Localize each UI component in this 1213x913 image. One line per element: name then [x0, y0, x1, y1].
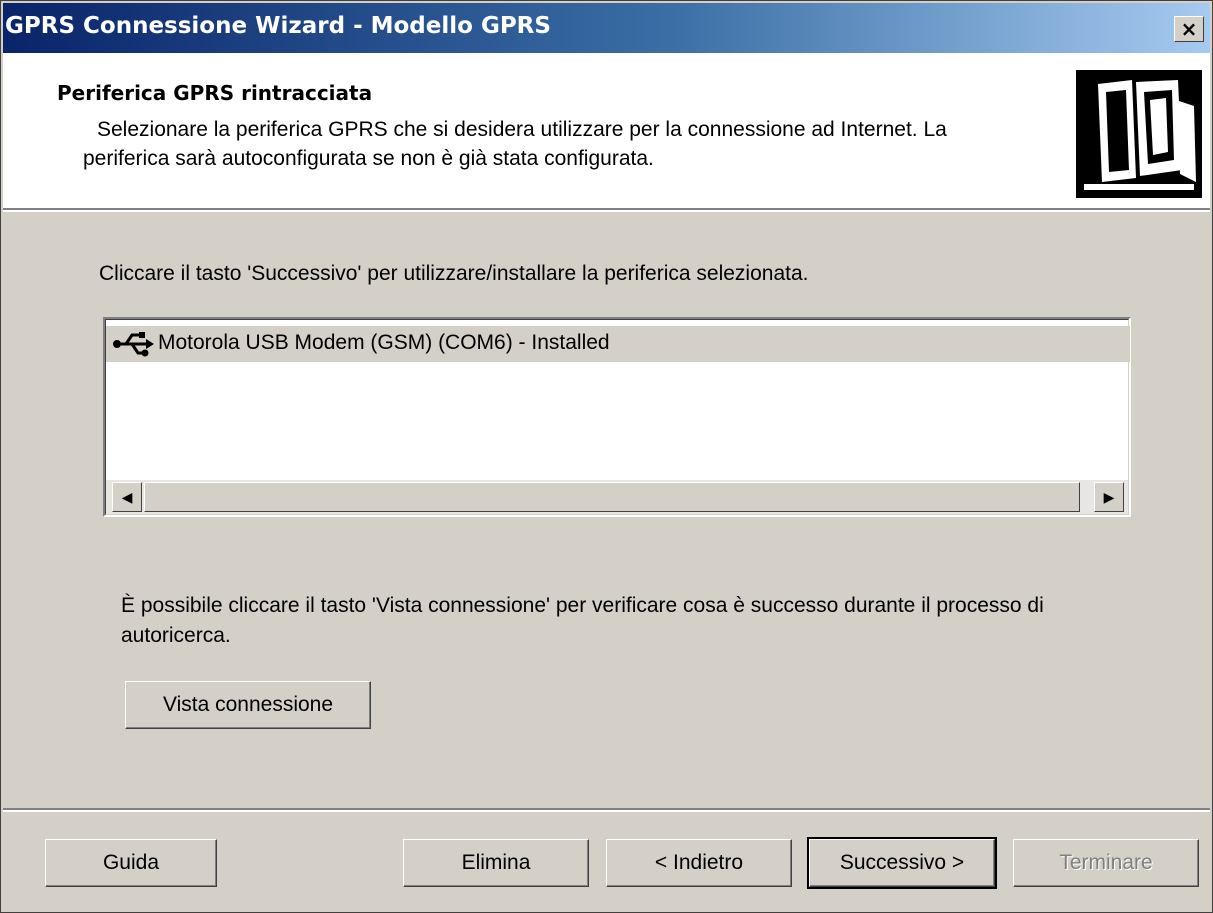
- device-listbox[interactable]: Motorola USB Modem (GSM) (COM6) - Instal…: [103, 317, 1131, 517]
- finish-button: Terminare: [1013, 839, 1199, 887]
- scrollbar-thumb[interactable]: [144, 482, 1080, 512]
- instruction-text: Cliccare il tasto 'Successivo' per utili…: [99, 262, 809, 285]
- footer-separator: [3, 808, 1210, 812]
- view-connection-button[interactable]: Vista connessione: [125, 681, 371, 729]
- header-title: Periferica GPRS rintracciata: [57, 81, 373, 105]
- help-button[interactable]: Guida: [45, 839, 217, 887]
- header-subtitle: Selezionare la periferica GPRS che si de…: [83, 118, 947, 170]
- computer-icon: [1076, 70, 1202, 198]
- device-list-item[interactable]: Motorola USB Modem (GSM) (COM6) - Instal…: [106, 326, 1130, 362]
- scroll-left-button[interactable]: ◀: [112, 482, 142, 512]
- usb-icon: [113, 332, 154, 357]
- wizard-window: GPRS Connessione Wizard - Modello GPRS ×…: [0, 0, 1213, 913]
- title-bar[interactable]: GPRS Connessione Wizard - Modello GPRS ×: [3, 3, 1210, 53]
- note-text: È possibile cliccare il tasto 'Vista con…: [121, 594, 1044, 647]
- horizontal-scrollbar[interactable]: ◀ ▶: [106, 480, 1128, 514]
- close-button[interactable]: ×: [1174, 16, 1204, 42]
- header-separator: [3, 208, 1210, 212]
- delete-button[interactable]: Elimina: [403, 839, 589, 887]
- scroll-right-button[interactable]: ▶: [1094, 482, 1124, 512]
- window-title: GPRS Connessione Wizard - Modello GPRS: [5, 13, 551, 39]
- wizard-header: Periferica GPRS rintracciata Selezionare…: [3, 53, 1210, 209]
- device-label: Motorola USB Modem (GSM) (COM6) - Instal…: [158, 331, 610, 354]
- next-button[interactable]: Successivo >: [807, 837, 997, 889]
- back-button[interactable]: < Indietro: [606, 839, 792, 887]
- listbox-frame: Motorola USB Modem (GSM) (COM6) - Instal…: [105, 319, 1130, 515]
